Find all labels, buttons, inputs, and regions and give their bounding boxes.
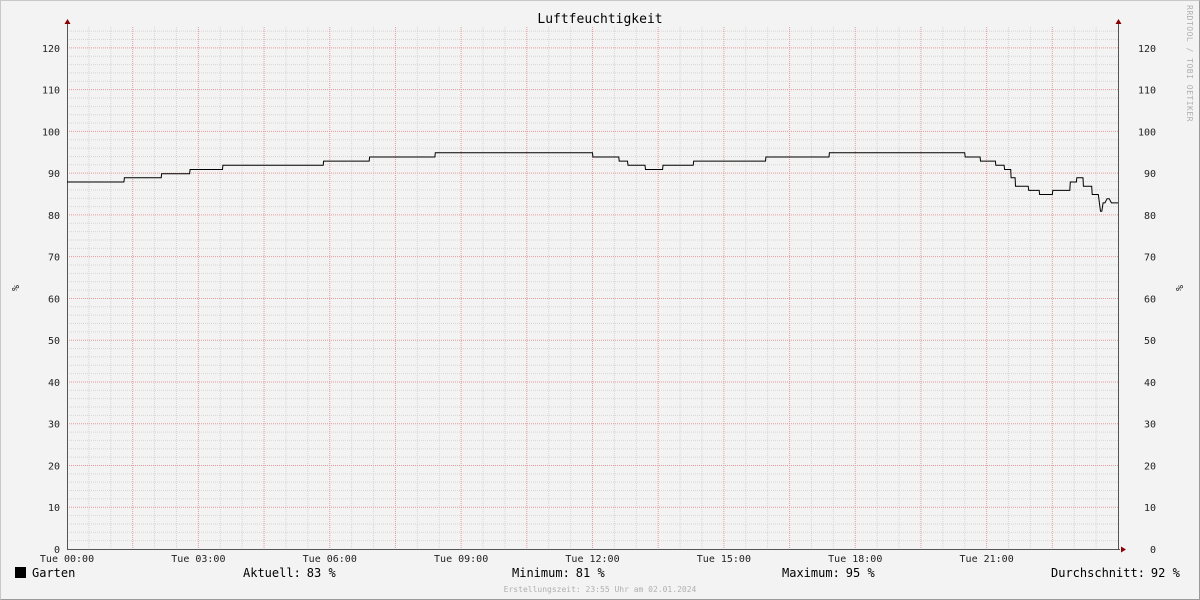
stat-minimum: Minimum: 81 % <box>512 566 605 580</box>
y-tick-label-right: 10 <box>1144 503 1156 514</box>
x-axis-arrow <box>1121 546 1126 553</box>
stat-maximum-value: 95 % <box>845 566 875 580</box>
stat-minimum-value: 81 % <box>575 566 605 580</box>
y-tick-label-right: 30 <box>1144 420 1156 431</box>
creation-timestamp: Erstellungszeit: 23:55 Uhr am 02.01.2024 <box>503 585 697 594</box>
y-tick-label-left: 110 <box>42 86 60 97</box>
y-tick-label-right: 70 <box>1144 253 1156 264</box>
stat-average-value: 92 % <box>1150 566 1180 580</box>
stat-minimum-label: Minimum: <box>512 566 570 580</box>
stat-maximum: Maximum: 95 % <box>782 566 875 580</box>
stat-current: Aktuell: 83 % <box>243 566 336 580</box>
legend-series-name: Garten <box>32 566 76 580</box>
chart-title: Luftfeuchtigkeit <box>537 12 662 27</box>
x-tick-label: Tue 06:00 <box>303 554 357 565</box>
y-axis-label-left: % <box>9 285 20 291</box>
legend-swatch <box>15 567 26 578</box>
legend-item-garten: Garten <box>15 566 75 580</box>
x-tick-label: Tue 09:00 <box>434 554 488 565</box>
x-tick-label: Tue 18:00 <box>828 554 882 565</box>
y-tick-label-left: 40 <box>48 378 60 389</box>
x-tick-label: Tue 15:00 <box>697 554 751 565</box>
y-tick-label-left: 70 <box>48 253 60 264</box>
y-tick-label-right: 100 <box>1138 127 1156 138</box>
rrdtool-watermark: RRDTOOL / TOBI OETIKER <box>1185 5 1194 122</box>
y-tick-label-right: 80 <box>1144 211 1156 222</box>
x-tick-label: Tue 03:00 <box>171 554 225 565</box>
stat-average: Durchschnitt: 92 % <box>1051 566 1180 580</box>
y-ticks-left: 0102030405060708090100110120 <box>42 44 60 556</box>
y-axis-left-arrow <box>64 19 71 24</box>
y-tick-label-left: 90 <box>48 169 60 180</box>
y-tick-label-left: 10 <box>48 503 60 514</box>
y-tick-label-left: 80 <box>48 211 60 222</box>
x-tick-label: Tue 21:00 <box>960 554 1014 565</box>
axes <box>64 19 1126 553</box>
y-tick-label-left: 50 <box>48 336 60 347</box>
y-axis-right-arrow <box>1115 19 1122 24</box>
stat-current-value: 83 % <box>306 566 336 580</box>
grid <box>67 27 1118 549</box>
y-tick-label-right: 120 <box>1138 44 1156 55</box>
stat-average-label: Durchschnitt: <box>1051 566 1145 580</box>
legend: Garten Aktuell: 83 % Minimum: 81 % Maximum… <box>0 566 1200 584</box>
y-tick-label-right: 60 <box>1144 294 1156 305</box>
stat-current-label: Aktuell: <box>243 566 301 580</box>
y-tick-label-right: 20 <box>1144 461 1156 472</box>
stat-maximum-label: Maximum: <box>782 566 840 580</box>
x-tick-label: Tue 00:00 <box>40 554 94 565</box>
y-tick-label-right: 110 <box>1138 86 1156 97</box>
y-tick-label-right: 50 <box>1144 336 1156 347</box>
y-tick-label-right: 90 <box>1144 169 1156 180</box>
y-ticks-right: 0 10 20 30 40 50 60 70 80 90 100 110 120 <box>1138 44 1156 556</box>
y-tick-label-left: 30 <box>48 420 60 431</box>
y-tick-label-right: 0 <box>1150 545 1156 556</box>
y-axis-label-right: % <box>1173 285 1184 291</box>
humidity-chart: Luftfeuchtigkeit 0 10 20 30 40 50 60 70 80 90 100 1… <box>9 5 1194 565</box>
y-tick-label-left: 100 <box>42 127 60 138</box>
x-tick-label: Tue 12:00 <box>565 554 619 565</box>
y-tick-label-right: 40 <box>1144 378 1156 389</box>
y-tick-label-left: 60 <box>48 294 60 305</box>
y-tick-label-left: 20 <box>48 461 60 472</box>
y-tick-label-left: 120 <box>42 44 60 55</box>
x-ticks: Tue 00:00 Tue 03:00 Tue 06:00 Tue 09:00 Tue … <box>40 554 1014 565</box>
